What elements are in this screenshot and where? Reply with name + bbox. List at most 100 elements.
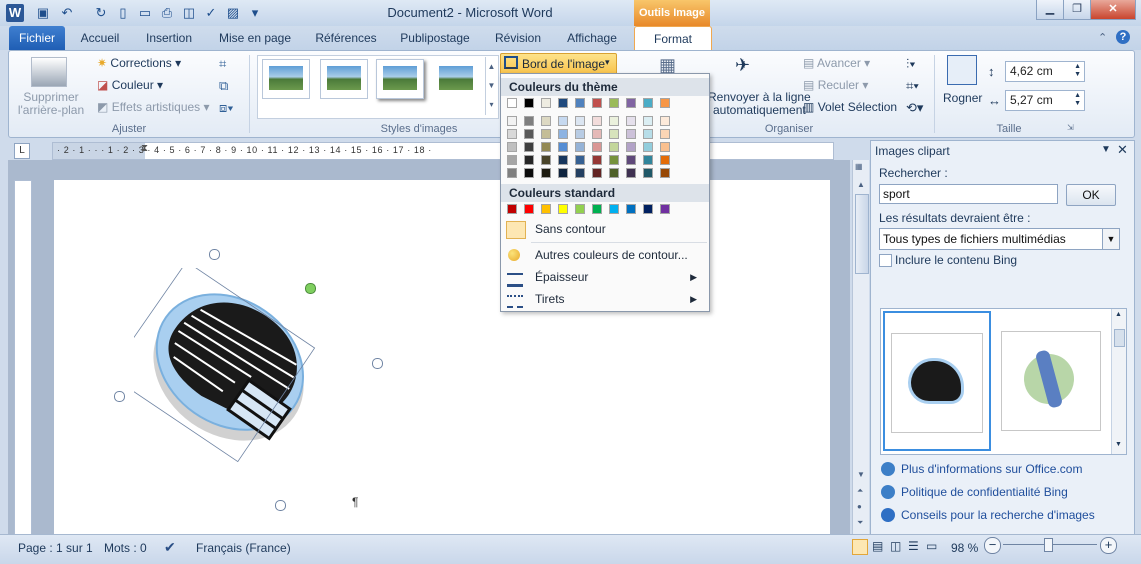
tab-mailings[interactable]: Publipostage [394,26,476,50]
theme-shade-swatch[interactable] [660,168,670,178]
scroll-down-icon[interactable]: ▼ [1115,441,1122,448]
theme-shade-swatch[interactable] [507,168,517,178]
theme-shade-swatch[interactable] [575,142,585,152]
next-page-icon[interactable]: ⏷ [857,518,863,528]
scroll-up-icon[interactable]: ▲ [857,180,865,189]
scrollbar-thumb[interactable] [1114,329,1125,347]
browse-object-icon[interactable]: ● [857,502,862,511]
theme-shade-swatch[interactable] [592,155,602,165]
picture-style-4[interactable] [432,59,480,99]
theme-shade-swatch[interactable] [541,168,551,178]
theme-color-swatch[interactable] [609,98,619,108]
wrap-text-button[interactable]: Renvoyer à la ligne automatiquement [708,91,811,117]
help-icon[interactable]: ? [1116,30,1130,44]
theme-shade-swatch[interactable] [507,129,517,139]
theme-shade-swatch[interactable] [592,142,602,152]
theme-shade-swatch[interactable] [524,155,534,165]
zoom-slider-thumb[interactable] [1044,538,1053,552]
clipart-result-baseball[interactable] [1001,331,1101,431]
proofing-icon[interactable]: ✔ [164,539,176,556]
theme-shade-swatch[interactable] [626,129,636,139]
resize-handle[interactable] [114,391,125,402]
previous-page-icon[interactable]: ⏶ [857,486,863,496]
bring-forward-button[interactable]: ▤ Avancer ▾ [803,56,870,70]
dashes-item[interactable]: Tirets ▶ [501,288,707,310]
print-layout-view-icon[interactable] [852,539,868,555]
format-painter-icon[interactable]: ▨ [224,4,242,22]
theme-color-swatch[interactable] [507,98,517,108]
page-count[interactable]: Page : 1 sur 1 [18,541,93,555]
standard-color-swatch[interactable] [609,204,619,214]
pane-close-icon[interactable]: ✕ [1117,142,1128,158]
picture-border-button[interactable]: Bord de l'image ▾ [500,53,617,75]
bing-privacy-link[interactable]: Politique de confidentialité Bing [881,485,1068,499]
theme-shade-swatch[interactable] [643,155,653,165]
theme-shade-swatch[interactable] [626,116,636,126]
save-icon[interactable]: ▣ [34,4,52,22]
horizontal-ruler[interactable]: · 2 · 1 · · · 1 · 2 · 3 · 4 · 5 · 6 · 7 … [52,142,834,160]
theme-shade-swatch[interactable] [643,168,653,178]
word-app-icon[interactable]: W [6,4,24,22]
theme-shade-swatch[interactable] [592,168,602,178]
theme-shade-swatch[interactable] [643,142,653,152]
selected-clipart-image[interactable] [134,268,330,464]
theme-shade-swatch[interactable] [541,155,551,165]
language-status[interactable]: Français (France) [196,541,291,555]
theme-shade-swatch[interactable] [626,155,636,165]
print-icon[interactable]: ⎙ [158,4,176,22]
standard-color-swatch[interactable] [541,204,551,214]
undo-icon[interactable]: ↶ [58,4,76,22]
theme-shade-swatch[interactable] [626,168,636,178]
media-type-select[interactable]: Tous types de fichiers multimédias ▼ [879,228,1120,250]
standard-color-swatch[interactable] [660,204,670,214]
office-info-link[interactable]: Plus d'informations sur Office.com [881,462,1082,476]
include-bing-checkbox[interactable] [879,254,892,267]
theme-shade-swatch[interactable] [609,129,619,139]
search-tips-link[interactable]: Conseils pour la recherche d'images [881,508,1095,522]
change-picture-icon[interactable]: ⧉ [219,78,228,94]
tab-view[interactable]: Affichage [558,26,626,50]
theme-color-swatch[interactable] [643,98,653,108]
scrollbar-thumb[interactable] [855,194,869,274]
crop-button[interactable]: Rogner [943,91,982,105]
new-document-icon[interactable]: ▯ [114,4,132,22]
pane-options-icon[interactable]: ▼ [1101,144,1111,155]
resize-handle[interactable] [209,249,220,260]
theme-shade-swatch[interactable] [575,116,585,126]
align-icon[interactable]: ⫶▾ [906,56,916,72]
standard-color-swatch[interactable] [575,204,585,214]
indent-marker-icon[interactable]: ⧗ [141,143,148,154]
minimize-button[interactable]: ▁ [1036,0,1064,20]
height-spinner[interactable]: 4,62 cm ▲ ▼ [1005,61,1085,82]
standard-color-swatch[interactable] [507,204,517,214]
gallery-scroll-icon[interactable]: ▲ ▼ ▾ [485,57,497,115]
theme-color-swatch[interactable] [660,98,670,108]
theme-shade-swatch[interactable] [541,116,551,126]
standard-color-swatch[interactable] [558,204,568,214]
theme-shade-swatch[interactable] [592,116,602,126]
theme-shade-swatch[interactable] [609,168,619,178]
remove-background-button[interactable]: Supprimer l'arrière-plan [15,91,87,117]
compress-pictures-icon[interactable]: ⌗ [219,56,226,72]
theme-shade-swatch[interactable] [507,142,517,152]
more-outline-colors-item[interactable]: Autres couleurs de contour... [501,244,707,266]
theme-shade-swatch[interactable] [660,116,670,126]
open-folder-icon[interactable]: ▭ [136,4,154,22]
theme-shade-swatch[interactable] [626,142,636,152]
theme-shade-swatch[interactable] [660,155,670,165]
vertical-scrollbar[interactable]: ▦ ▲ ▼ ⏶ ● ⏷ [852,160,869,534]
draft-view-icon[interactable]: ▭ [926,539,937,553]
theme-shade-swatch[interactable] [575,155,585,165]
word-count[interactable]: Mots : 0 [104,541,147,555]
theme-shade-swatch[interactable] [558,155,568,165]
picture-style-3[interactable] [376,59,424,99]
close-button[interactable]: ✕ [1090,0,1136,20]
selection-pane-button[interactable]: ▥ Volet Sélection [803,100,897,114]
theme-shade-swatch[interactable] [558,168,568,178]
theme-shade-swatch[interactable] [524,129,534,139]
picture-style-2[interactable] [320,59,368,99]
resize-handle[interactable] [372,358,383,369]
color-button[interactable]: ◪ Couleur ▾ [97,78,163,92]
web-layout-view-icon[interactable]: ◫ [890,539,901,553]
theme-shade-swatch[interactable] [643,116,653,126]
